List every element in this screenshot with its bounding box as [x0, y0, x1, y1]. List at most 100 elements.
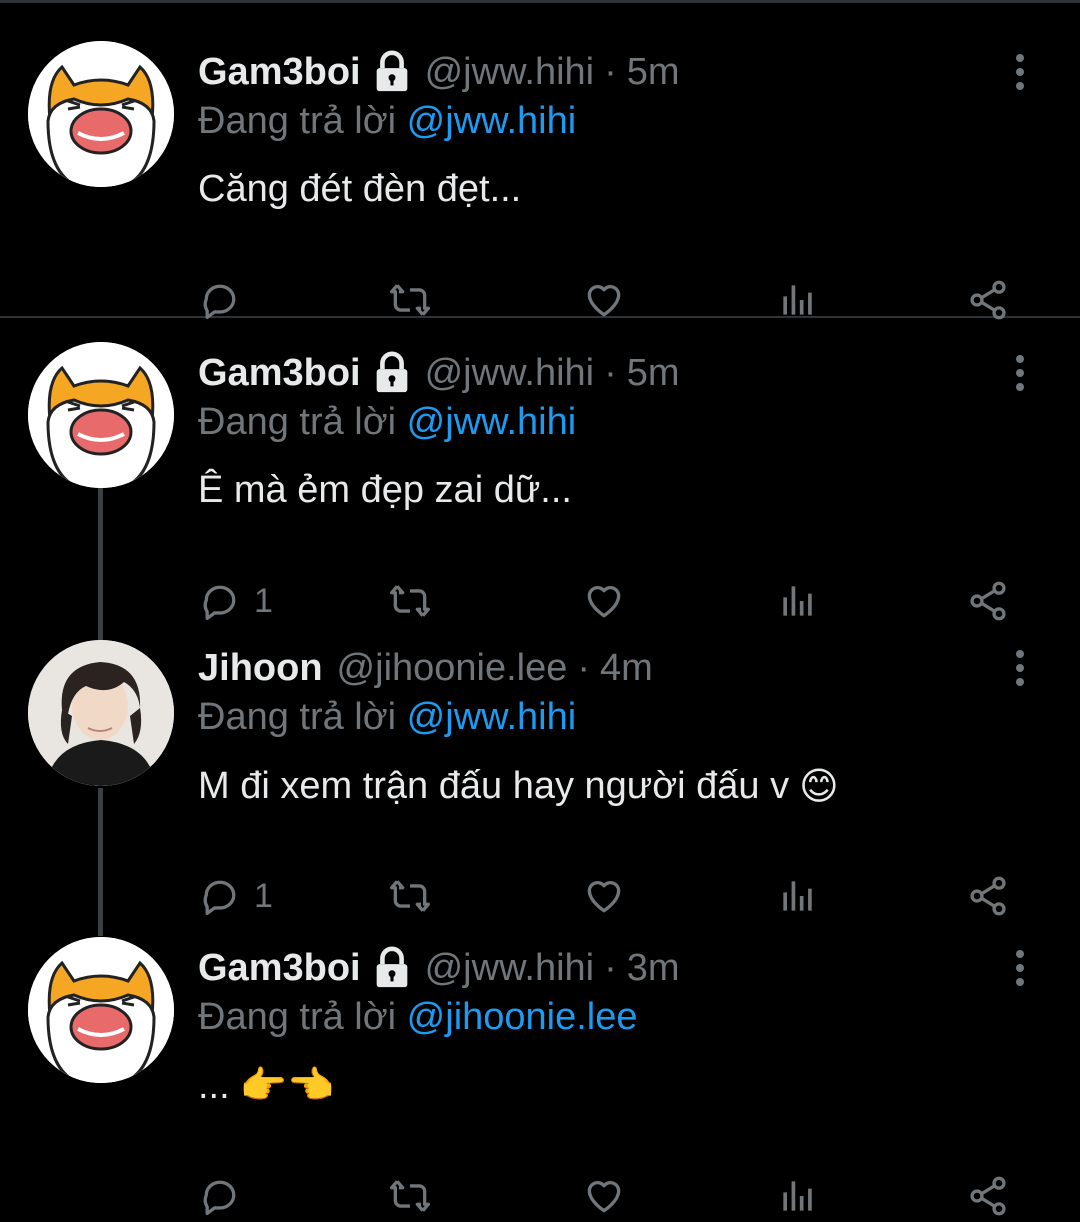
timestamp[interactable]: 3m: [627, 947, 680, 990]
tweet-text: ... 👉👈: [198, 1064, 334, 1108]
tweet[interactable]: Gam3boi @jww.hihi · 5m Đang trả lời @jww…: [0, 342, 1080, 621]
mention-link[interactable]: @jww.hihi: [407, 100, 577, 142]
retweet-button[interactable]: [388, 575, 432, 627]
tweet[interactable]: Gam3boi @jww.hihi · 5m Đang trả lời @jww…: [0, 41, 1080, 320]
like-button[interactable]: [582, 575, 626, 627]
reply-button[interactable]: [198, 1170, 254, 1222]
action-bar: [198, 1170, 1018, 1222]
tweet-text: M đi xem trận đấu hay người đấu v 😊: [198, 764, 839, 809]
heart-icon: [587, 285, 621, 317]
replying-to: Đang trả lời @jihoonie.lee: [198, 996, 638, 1039]
views-button[interactable]: [776, 575, 820, 627]
more-options-icon[interactable]: [1002, 44, 1038, 100]
cat-avatar-icon: [28, 342, 174, 488]
like-button[interactable]: [582, 1170, 626, 1222]
replying-to: Đang trả lời @jww.hihi: [198, 100, 576, 143]
analytics-icon: [783, 1181, 812, 1211]
retweet-button[interactable]: [388, 1170, 432, 1222]
replying-to-label: Đang trả lời: [198, 100, 397, 142]
author-name[interactable]: Gam3boi: [198, 352, 361, 395]
reply-icon: [203, 585, 236, 621]
cat-avatar-icon: [28, 41, 174, 187]
retweet-icon: [390, 880, 430, 912]
reply-count: 1: [254, 581, 273, 620]
tweet-text-content: Ê mà ẻm đẹp zai dữ...: [198, 469, 572, 511]
like-button[interactable]: [582, 870, 626, 922]
views-button[interactable]: [776, 870, 820, 922]
more-options-icon[interactable]: [1002, 345, 1038, 401]
author-name[interactable]: Gam3boi: [198, 51, 361, 94]
replying-to: Đang trả lời @jww.hihi: [198, 696, 576, 739]
replying-to-label: Đang trả lời: [198, 996, 397, 1038]
tweet-text: Căng đét đèn đẹt...: [198, 168, 521, 211]
author-name[interactable]: Gam3boi: [198, 947, 361, 990]
profile-photo: [28, 640, 174, 786]
action-bar: [198, 274, 1018, 326]
reply-icon: [203, 1180, 236, 1216]
tweet-text-content: Căng đét đèn đẹt...: [198, 168, 522, 210]
share-button[interactable]: [966, 575, 1010, 627]
analytics-icon: [783, 586, 812, 616]
action-bar: 1: [198, 575, 1018, 627]
retweet-button[interactable]: [388, 274, 432, 326]
reply-icon: [203, 880, 236, 916]
avatar[interactable]: [28, 640, 174, 786]
separator-dot: ·: [577, 646, 591, 689]
timestamp[interactable]: 5m: [627, 51, 680, 94]
like-button[interactable]: [582, 274, 626, 326]
replying-to-label: Đang trả lời: [198, 401, 397, 443]
lock-icon: [369, 350, 415, 396]
author-handle[interactable]: @jww.hihi: [425, 352, 595, 395]
analytics-icon: [783, 285, 812, 315]
share-icon: [970, 1176, 1006, 1216]
heart-icon: [587, 881, 621, 913]
mention-link[interactable]: @jww.hihi: [407, 401, 577, 443]
lock-icon: [369, 945, 415, 991]
retweet-button[interactable]: [388, 870, 432, 922]
share-icon: [970, 280, 1006, 320]
heart-icon: [587, 586, 621, 618]
lock-icon: [369, 49, 415, 95]
reply-button[interactable]: 1: [198, 575, 273, 627]
avatar[interactable]: [28, 41, 174, 187]
views-button[interactable]: [776, 274, 820, 326]
reply-button[interactable]: [198, 274, 254, 326]
share-button[interactable]: [966, 870, 1010, 922]
avatar[interactable]: [28, 937, 174, 1083]
timestamp[interactable]: 5m: [627, 352, 680, 395]
reply-button[interactable]: 1: [198, 870, 273, 922]
analytics-icon: [783, 881, 812, 911]
author-name[interactable]: Jihoon: [198, 647, 323, 690]
heart-icon: [587, 1181, 621, 1213]
share-button[interactable]: [966, 274, 1010, 326]
share-icon: [970, 581, 1006, 621]
more-options-icon[interactable]: [1002, 640, 1038, 696]
separator-dot: ·: [604, 351, 617, 394]
tweet[interactable]: Jihoon @jihoonie.lee · 4m Đang trả lời @…: [0, 640, 1080, 916]
reply-icon: [203, 284, 236, 320]
smiling-face-emoji: 😊: [799, 766, 839, 808]
more-options-icon[interactable]: [1002, 940, 1038, 996]
author-handle[interactable]: @jww.hihi: [425, 51, 595, 94]
cat-avatar-icon: [28, 937, 174, 1083]
retweet-icon: [390, 284, 430, 316]
mention-link[interactable]: @jww.hihi: [407, 696, 577, 738]
tweet-text: Ê mà ẻm đẹp zai dữ...: [198, 469, 572, 512]
action-bar: 1: [198, 870, 1018, 922]
timestamp[interactable]: 4m: [600, 647, 653, 690]
share-button[interactable]: [966, 1170, 1010, 1222]
tweet-text-content: M đi xem trận đấu hay người đấu v: [198, 765, 790, 807]
author-handle[interactable]: @jihoonie.lee: [337, 647, 568, 690]
avatar[interactable]: [28, 342, 174, 488]
author-handle[interactable]: @jww.hihi: [425, 947, 595, 990]
views-button[interactable]: [776, 1170, 820, 1222]
retweet-icon: [390, 1180, 430, 1212]
tweet-text-content: ...: [198, 1064, 230, 1107]
tweet[interactable]: Gam3boi @jww.hihi · 3m Đang trả lời @jih…: [0, 937, 1080, 1216]
retweet-icon: [390, 585, 430, 617]
replying-to: Đang trả lời @jww.hihi: [198, 401, 576, 444]
separator-dot: ·: [604, 946, 617, 989]
reply-count: 1: [254, 876, 273, 915]
replying-to-label: Đang trả lời: [198, 696, 397, 738]
mention-link[interactable]: @jihoonie.lee: [407, 996, 638, 1038]
